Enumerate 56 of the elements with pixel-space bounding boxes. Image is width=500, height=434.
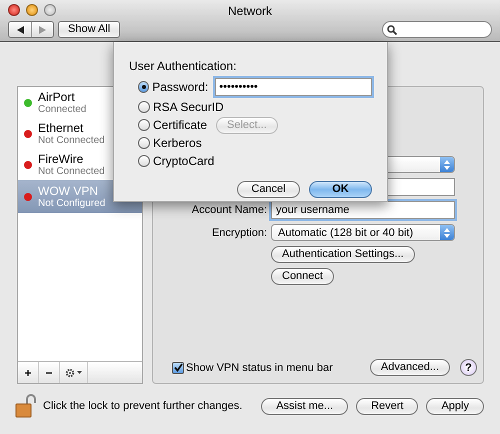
service-status: Not Connected [38,166,105,177]
ok-button[interactable]: OK [309,181,372,198]
revert-button[interactable]: Revert [356,398,418,414]
forward-arrow-icon [39,26,46,34]
show-all-button[interactable]: Show All [58,21,120,38]
authentication-settings-button[interactable]: Authentication Settings... [271,246,415,263]
password-field[interactable]: •••••••••• [215,78,372,96]
service-item[interactable]: FireWire Not Connected [18,149,142,180]
search-field[interactable] [382,21,492,38]
checkmark-icon [174,363,182,372]
account-name-field[interactable]: your username [271,201,455,219]
minimize-button[interactable] [26,4,38,16]
service-name: Ethernet [38,121,84,135]
service-name: FireWire [38,152,84,166]
encryption-popup[interactable]: Automatic (128 bit or 40 bit) [271,224,455,241]
back-arrow-icon [16,26,24,34]
radio-button[interactable] [138,137,150,149]
radio-button[interactable] [138,81,150,93]
assist-me-button[interactable]: Assist me... [261,398,348,414]
close-button[interactable] [8,4,20,16]
service-item[interactable]: AirPort Connected [18,87,142,118]
radio-label: Password: [152,80,208,94]
advanced-button[interactable]: Advanced... [370,359,450,376]
gear-icon [65,368,75,378]
apply-button[interactable]: Apply [426,398,484,414]
service-status: Not Configured [38,198,106,209]
service-name: AirPort [38,90,76,104]
radio-button[interactable] [138,155,150,167]
help-button[interactable]: ? [460,359,477,376]
encryption-label: Encryption: [210,226,267,238]
radio-label: RSA SecurID [153,100,224,114]
radio-label: Kerberos [153,136,202,150]
radio-label: CryptoCard [153,154,214,168]
service-status: Connected [38,104,86,115]
zoom-button[interactable] [44,4,56,16]
remove-button[interactable]: − [39,362,60,383]
service-status: Not Connected [38,135,105,146]
service-name: WOW VPN [38,184,99,198]
stepper-arrows-icon [444,228,450,238]
window-title: Network [228,4,272,18]
checkbox[interactable] [172,362,184,374]
open-padlock-icon [15,394,37,418]
add-button[interactable]: + [18,362,39,383]
radio-button[interactable] [138,101,150,113]
connect-button[interactable]: Connect [271,268,334,285]
lock-message: Click the lock to prevent further changes. [43,400,242,412]
radio-label: Certificate [153,118,208,132]
account-name-label: Account Name: [190,204,267,216]
stepper-arrows-icon [444,160,450,170]
search-icon [387,24,397,34]
sheet-title: User Authentication: [129,59,238,73]
checkbox-label: Show VPN status in menu bar [186,362,333,374]
cancel-button[interactable]: Cancel [237,181,300,198]
select-button: Select... [216,116,278,134]
service-item[interactable]: Ethernet Not Connected [18,118,142,149]
caret-icon [77,371,82,374]
